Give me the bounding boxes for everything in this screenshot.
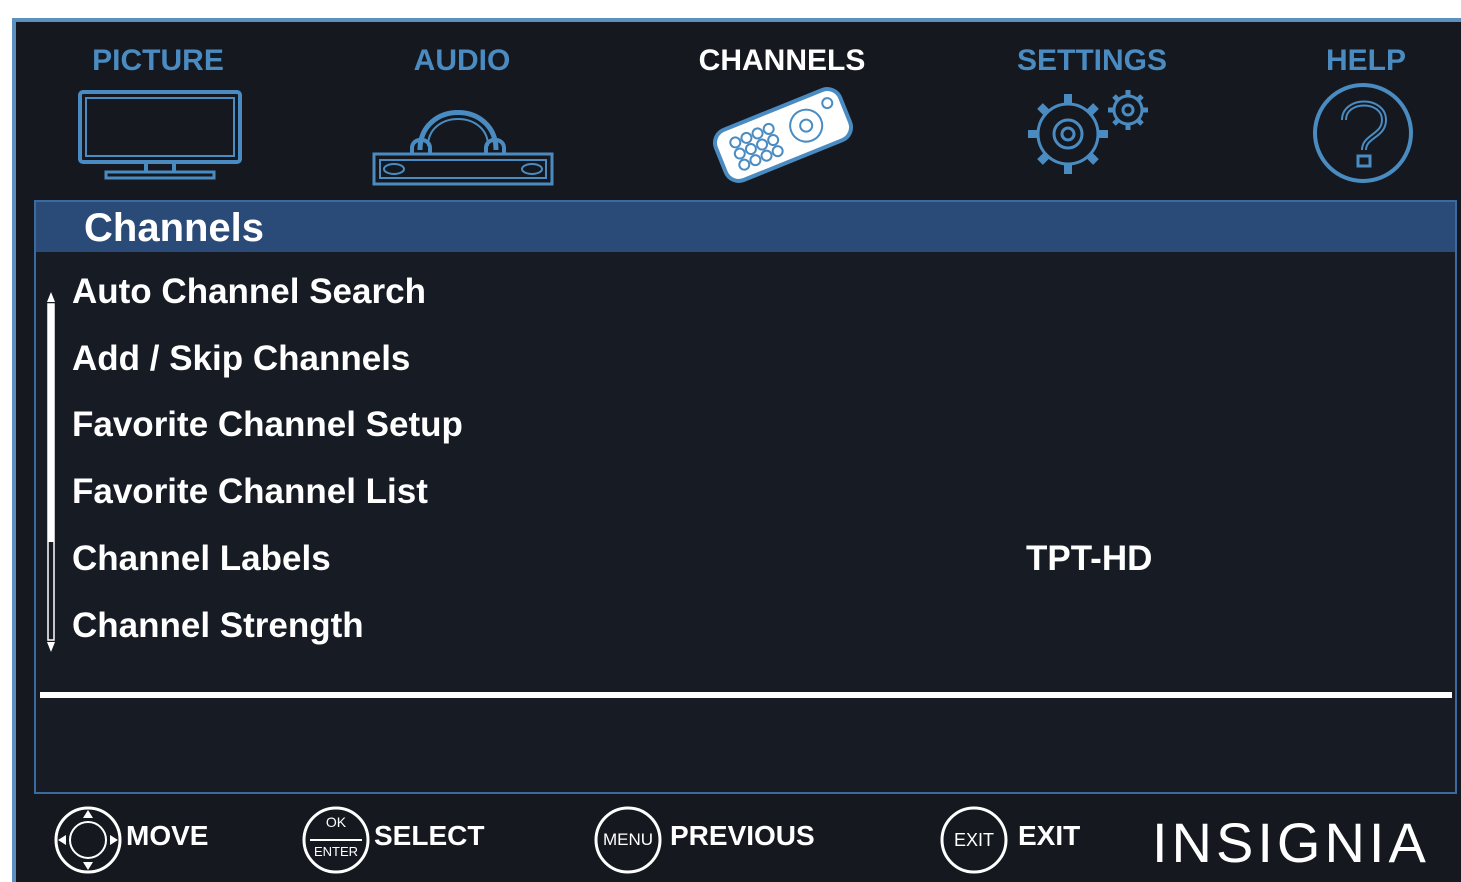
panel-header: Channels xyxy=(36,202,1455,252)
tv-menu-screen: PICTURE AUDIO CHANNELS SETTINGS HELP Cha… xyxy=(12,18,1461,882)
scroll-down-icon xyxy=(47,642,55,652)
tab-label: HELP xyxy=(1325,44,1406,77)
tab-label: AUDIO xyxy=(413,44,511,77)
exit-icon-text: EXIT xyxy=(953,830,994,850)
channels-panel: Channels Auto Channel Search Add / Skip … xyxy=(34,200,1457,794)
brand-logo: INSIGNIA xyxy=(1152,811,1430,874)
headphones-icon xyxy=(372,110,554,186)
footer-previous-label: PREVIOUS xyxy=(670,820,815,851)
remote-icon xyxy=(712,87,854,183)
menu-item-channel-strength[interactable]: Channel Strength xyxy=(72,606,364,646)
footer-exit-label: EXIT xyxy=(1018,820,1081,851)
panel-title: Channels xyxy=(84,206,265,250)
menu-item-add-skip-channels[interactable]: Add / Skip Channels xyxy=(72,339,410,379)
footer-move-label: MOVE xyxy=(126,820,209,851)
gears-icon xyxy=(1028,90,1148,174)
menu-item-favorite-channel-list[interactable]: Favorite Channel List xyxy=(72,472,428,512)
menu-item-channel-labels[interactable]: Channel Labels xyxy=(72,539,331,579)
ok-text: OK xyxy=(325,814,347,830)
scroll-thumb xyxy=(48,304,54,542)
menu-item-favorite-channel-setup[interactable]: Favorite Channel Setup xyxy=(72,405,463,445)
footer-select-label: SELECT xyxy=(374,820,485,851)
enter-text: ENTER xyxy=(313,844,359,859)
tab-label: PICTURE xyxy=(92,44,224,77)
channel-labels-value: TPT-HD xyxy=(1026,539,1153,578)
tab-label: SETTINGS xyxy=(1016,44,1167,77)
divider xyxy=(40,692,1452,698)
dpad-icon xyxy=(54,806,122,874)
menu-item-auto-channel-search[interactable]: Auto Channel Search xyxy=(72,272,426,312)
scroll-up-icon xyxy=(47,292,55,302)
question-icon xyxy=(1313,83,1413,183)
scrollbar[interactable] xyxy=(44,292,58,652)
menu-icon-text: MENU xyxy=(602,830,654,849)
tv-icon xyxy=(78,90,242,180)
tab-label: CHANNELS xyxy=(698,44,866,77)
